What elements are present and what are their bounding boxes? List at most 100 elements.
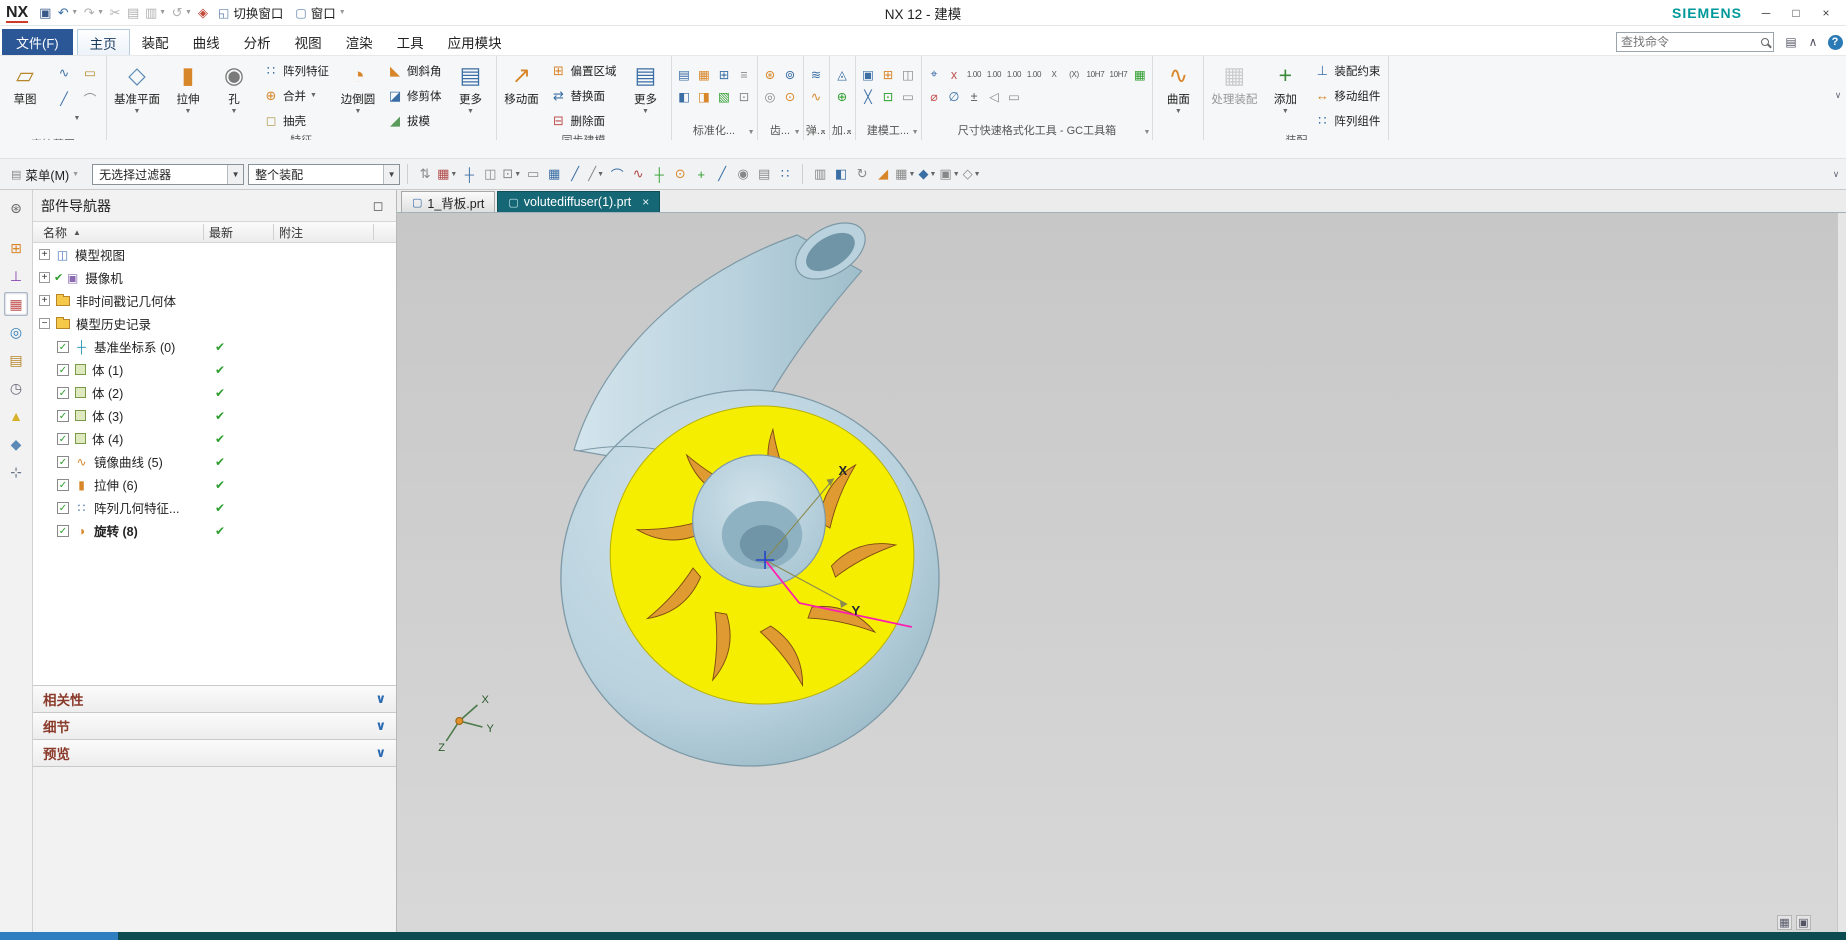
tree-row[interactable]: + 非时间戳记几何体 bbox=[33, 289, 396, 312]
chevron-down-icon[interactable]: ▼ bbox=[912, 125, 919, 140]
ribbon-button-倒斜角[interactable]: ◣ 倒斜角 bbox=[382, 58, 447, 83]
tab-应用模块[interactable]: 应用模块 bbox=[436, 29, 514, 55]
ribbon-button-更多[interactable]: ▤ 更多 ▼ bbox=[624, 57, 668, 116]
ribbon-mini-icon[interactable]: ▧ bbox=[715, 87, 734, 106]
ribbon-mini-icon[interactable]: ∅ bbox=[945, 87, 964, 106]
layout-toggle-icon[interactable]: ▣ bbox=[1796, 915, 1811, 930]
ribbon-mini-icon[interactable]: ⊛ bbox=[761, 65, 780, 84]
constraint-navigator-icon[interactable]: ⊥ bbox=[4, 264, 28, 288]
chevron-down-icon[interactable]: ▼ bbox=[846, 125, 853, 140]
doc-tab-1_背板.prt[interactable]: ▢ 1_背板.prt bbox=[401, 191, 496, 212]
tab-曲线[interactable]: 曲线 bbox=[181, 29, 232, 55]
tree-item-label[interactable]: 非时间戳记几何体 bbox=[76, 291, 176, 310]
ribbon-button-更多[interactable]: ▤ 更多 ▼ bbox=[449, 57, 493, 116]
ribbon-button-拔模[interactable]: ◢ 拔模 bbox=[382, 108, 447, 133]
ribbon-mini-icon[interactable]: ▭ bbox=[899, 87, 918, 106]
feature-checkbox[interactable]: ✓ bbox=[57, 501, 69, 514]
ribbon-button-边倒圆[interactable]: ◔ 边倒圆 ▼ bbox=[336, 57, 380, 116]
ribbon-mini-icon[interactable]: ▤ bbox=[675, 65, 694, 84]
doc-tab-volutediffuser(1).prt[interactable]: ▢ volutediffuser(1).prt × bbox=[497, 191, 661, 212]
toolbar-icon[interactable]: ◧ bbox=[831, 163, 851, 185]
ribbon-mini-icon[interactable]: ⊡ bbox=[735, 87, 754, 106]
tab-分析[interactable]: 分析 bbox=[232, 29, 283, 55]
history-icon[interactable]: ◷ bbox=[4, 376, 28, 400]
grid-toggle-icon[interactable]: ▦ bbox=[1777, 915, 1792, 930]
chevron-down-icon[interactable]: ▼ bbox=[794, 125, 801, 140]
toolbar-icon[interactable]: ↻ bbox=[852, 163, 872, 185]
command-search-input[interactable] bbox=[1621, 35, 1761, 49]
toolbar-icon[interactable]: ◢ bbox=[873, 163, 893, 185]
ribbon-mini-icon[interactable]: ⊡ bbox=[879, 87, 898, 106]
ribbon-mini-icon[interactable]: 1.00 bbox=[1005, 65, 1024, 84]
volute-model[interactable]: X Y bbox=[560, 213, 940, 767]
tree-item-label[interactable]: 体 (4) bbox=[92, 429, 123, 448]
tree-row[interactable]: ✓ 体 (4) ✔ bbox=[33, 427, 396, 450]
toolbar-icon[interactable]: ▦ bbox=[544, 163, 564, 185]
ribbon-button-合并[interactable]: ⊕ 合并 ▼ bbox=[258, 83, 334, 108]
tree-row[interactable]: ✓ 体 (3) ✔ bbox=[33, 404, 396, 427]
toolbar-icon[interactable]: ∷ bbox=[775, 163, 795, 185]
ribbon-mini-icon[interactable]: ≋ bbox=[807, 65, 826, 84]
toolbar-icon[interactable]: ◆ ▼ bbox=[917, 163, 937, 185]
toolbar-icon[interactable]: ╱ bbox=[712, 163, 732, 185]
model-view[interactable]: X Y X Y Z bbox=[397, 213, 1837, 932]
column-latest[interactable]: 最新 bbox=[209, 224, 233, 241]
notebook-icon[interactable]: ▤ bbox=[4, 348, 28, 372]
toolbar-icon[interactable]: ⇅ bbox=[415, 163, 435, 185]
tree-row[interactable]: ✓ ▮ 拉伸 (6) ✔ bbox=[33, 473, 396, 496]
ribbon-mini-icon[interactable]: ◬ bbox=[833, 65, 852, 84]
chevron-down-icon[interactable]: ▼ bbox=[53, 115, 101, 137]
minimize-button[interactable]: ─ bbox=[1752, 3, 1780, 23]
toolbar-icon[interactable]: ┼ bbox=[459, 163, 479, 185]
feature-checkbox[interactable]: ✓ bbox=[57, 524, 69, 537]
section-相关性[interactable]: 相关性 ∨ bbox=[33, 685, 396, 712]
toolbar-icon[interactable]: ◉ bbox=[733, 163, 753, 185]
ribbon-mini-icon[interactable]: ▦ bbox=[695, 65, 714, 84]
ribbon-mini-icon[interactable]: ∿ bbox=[807, 87, 826, 106]
tree-item-label[interactable]: 阵列几何特征... bbox=[94, 498, 179, 517]
sketch-tool-icon[interactable]: ⌒ bbox=[79, 89, 101, 108]
chevron-down-icon[interactable]: ▼ bbox=[159, 9, 166, 16]
ribbon-mini-icon[interactable]: 10H7 bbox=[1107, 65, 1129, 84]
ribbon-button-基准平面[interactable]: ◇ 基准平面 ▼ bbox=[110, 57, 164, 116]
navigator-settings-gear-icon[interactable]: ⊛ bbox=[4, 196, 28, 220]
chevron-down-icon[interactable]: ▼ bbox=[185, 9, 192, 16]
tree-row[interactable]: ✓ 体 (2) ✔ bbox=[33, 381, 396, 404]
ribbon-mini-icon[interactable]: 10H7 bbox=[1085, 65, 1107, 84]
tab-视图[interactable]: 视图 bbox=[283, 29, 334, 55]
viewport-scrollbar[interactable] bbox=[1837, 213, 1846, 932]
tree-item-label[interactable]: 摄像机 bbox=[85, 268, 123, 287]
tree-item-label[interactable]: 旋转 (8) bbox=[94, 521, 138, 540]
toolbar-icon[interactable]: ∿ bbox=[628, 163, 648, 185]
command-search-box[interactable] bbox=[1616, 32, 1774, 52]
ribbon-button-孔[interactable]: ◉ 孔 ▼ bbox=[212, 57, 256, 116]
tree-item-label[interactable]: 拉伸 (6) bbox=[94, 475, 138, 494]
tree-row[interactable]: − 模型历史记录 bbox=[33, 312, 396, 335]
ribbon-button-删除面[interactable]: ⊟ 删除面 bbox=[546, 108, 622, 133]
ribbon-mini-icon[interactable]: ⊙ bbox=[781, 87, 800, 106]
toolbar-icon[interactable]: ▦ ▼ bbox=[436, 163, 458, 185]
chevron-down-icon[interactable]: ▼ bbox=[71, 9, 78, 16]
toolbar-icon[interactable]: ▦ ▼ bbox=[894, 163, 916, 185]
expander-toggle[interactable]: + bbox=[39, 295, 50, 306]
feature-checkbox[interactable]: ✓ bbox=[57, 478, 69, 491]
tab-工具[interactable]: 工具 bbox=[385, 29, 436, 55]
ribbon-mini-icon[interactable]: ⊞ bbox=[879, 65, 898, 84]
toolbar-icon[interactable]: ⌒ bbox=[607, 163, 627, 185]
ribbon-mini-icon[interactable]: ◫ bbox=[899, 65, 918, 84]
window-menu-button[interactable]: ▢ 窗口 ▼ bbox=[289, 2, 353, 24]
tab-file[interactable]: 文件(F) bbox=[2, 29, 73, 55]
ribbon-button-移动面[interactable]: ↗ 移动面 bbox=[500, 57, 544, 108]
toolbar-icon[interactable]: ▤ bbox=[754, 163, 774, 185]
maximize-button[interactable]: □ bbox=[1782, 3, 1810, 23]
ribbon-button-草图[interactable]: ▱ 草图 bbox=[3, 57, 47, 108]
roles-icon[interactable]: ◆ bbox=[4, 432, 28, 456]
tree-item-label[interactable]: 体 (2) bbox=[92, 383, 123, 402]
ribbon-mini-icon[interactable]: ◧ bbox=[675, 87, 694, 106]
selection-filter-dropdown[interactable]: 无选择过滤器 ▼ bbox=[92, 163, 245, 185]
tree-row[interactable]: ✓ ┼ 基准坐标系 (0) ✔ bbox=[33, 335, 396, 358]
ribbon-mini-icon[interactable]: X bbox=[1045, 65, 1064, 84]
paste-icon[interactable]: ▥ bbox=[142, 3, 160, 23]
column-name[interactable]: 名称 bbox=[33, 224, 67, 241]
ribbon-button-偏置区域[interactable]: ⊞ 偏置区域 bbox=[546, 58, 622, 83]
